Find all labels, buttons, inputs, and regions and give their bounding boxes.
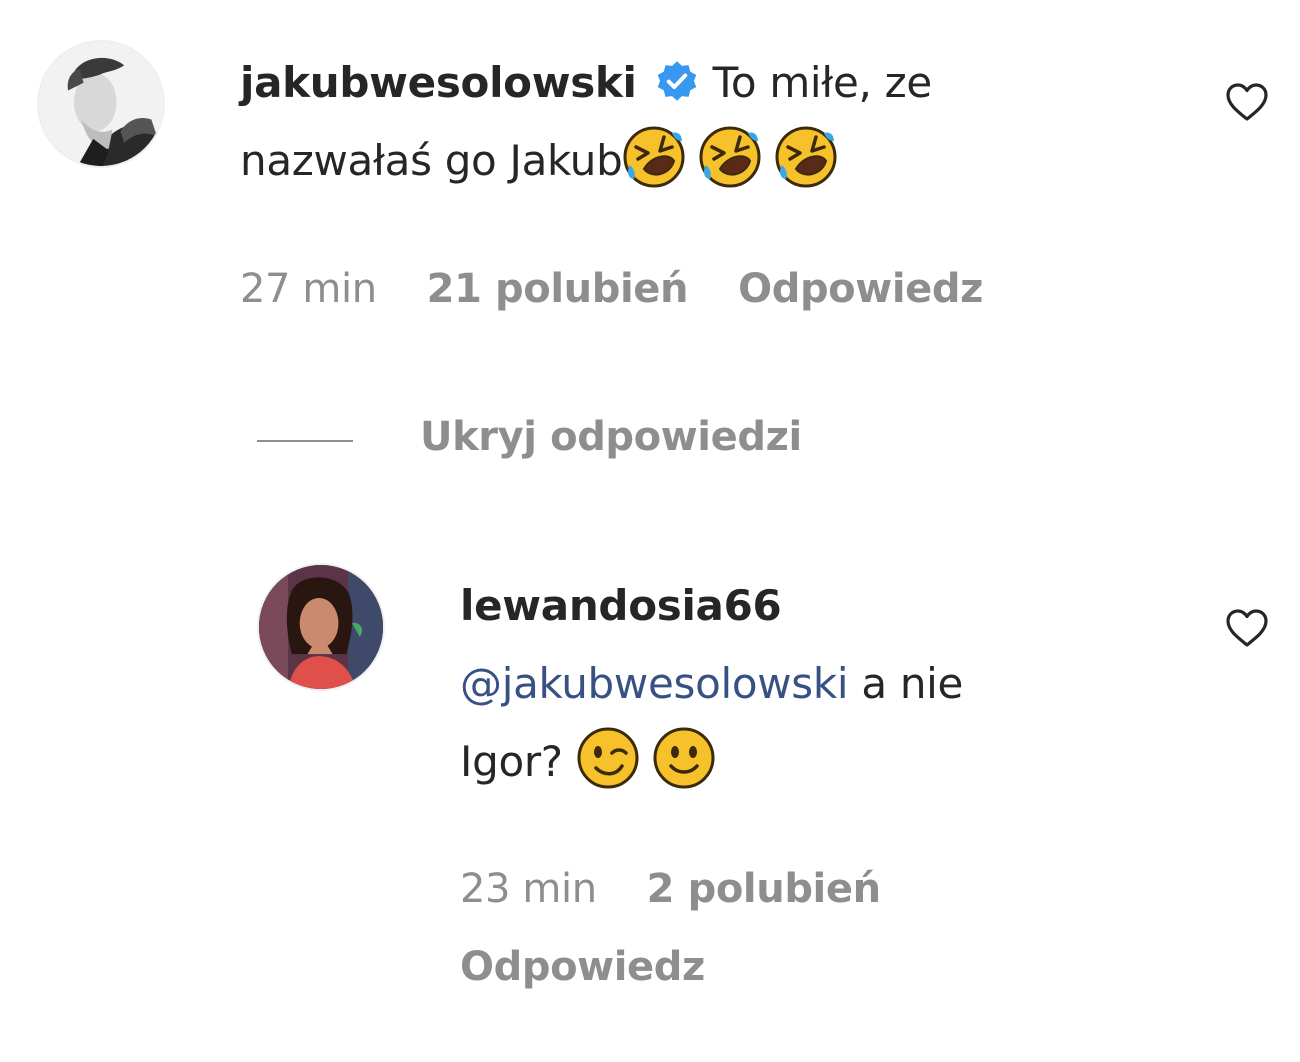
comment-text: jakubwesolowski To miłe, ze nazwałaś go J… [240,44,1140,200]
comment-meta: 27 min 21 polubień Odpowiedz [240,266,983,312]
like-heart-icon[interactable] [1223,604,1271,652]
reply-timestamp: 23 min [460,866,597,912]
comment-text-line-2: nazwałaś go Jakub [240,136,623,185]
avatar[interactable] [37,40,165,168]
user-avatar-grayscale-icon [39,42,163,166]
mention-link[interactable]: @jakubwesolowski [460,659,849,708]
comment-username[interactable]: jakubwesolowski [240,58,637,107]
reply-likes-count[interactable]: 2 polubień [647,866,881,912]
like-heart-icon[interactable] [1223,78,1271,126]
comment-text-line-1: To miłe, ze [712,58,933,107]
winking-face-icon [576,726,640,790]
hide-replies-button[interactable]: Ukryj odpowiedzi [420,414,802,460]
reply-meta: 23 min 2 polubień [460,866,881,912]
rolling-on-floor-laughing-icon [622,125,686,189]
reply-text: lewandosia66 @jakubwesolowski a nie Igor… [460,567,1160,801]
reply-button[interactable]: Odpowiedz [738,266,983,312]
reply-username[interactable]: lewandosia66 [460,581,782,630]
comment-likes-count[interactable]: 21 polubień [427,266,689,312]
rolling-on-floor-laughing-icon [774,125,838,189]
user-avatar-photo-icon [259,565,383,689]
verified-badge-icon [655,59,699,103]
replies-divider [257,440,353,442]
avatar[interactable] [257,563,385,691]
comment-timestamp: 27 min [240,266,377,312]
slightly-smiling-face-icon [652,726,716,790]
reply-button[interactable]: Odpowiedz [460,944,705,990]
reply-text-line-2: Igor? [460,737,563,786]
reply-text-line-1: a nie [861,659,964,708]
rolling-on-floor-laughing-icon [698,125,762,189]
